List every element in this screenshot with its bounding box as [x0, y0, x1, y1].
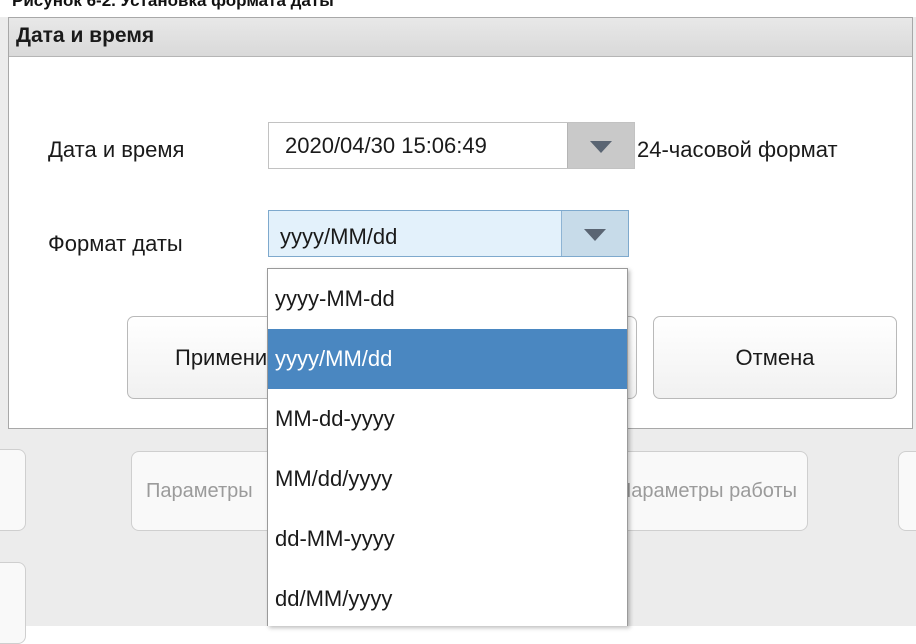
datetime-dropdown-button[interactable]: [567, 123, 634, 168]
format-option[interactable]: yyyy-MM-dd: [268, 269, 627, 329]
background-work-params-label: Параметры работы: [616, 480, 797, 502]
format-option[interactable]: dd-MM-yyyy: [268, 509, 627, 569]
date-format-label: Формат даты: [48, 231, 183, 256]
dialog-title: Дата и время: [9, 18, 912, 57]
datetime-combo[interactable]: 2020/04/30 15:06:49: [268, 122, 635, 169]
background-edge-button-bottom[interactable]: [0, 562, 26, 644]
cancel-label: Отмена: [735, 345, 815, 370]
chevron-down-icon: [584, 228, 606, 241]
background-edge-button-right[interactable]: [898, 451, 916, 531]
figure-caption: Рисунок 6-2. Установка формата даты: [12, 0, 334, 10]
format-option[interactable]: dd/MM/yyyy: [268, 569, 627, 626]
date-format-dropdown-list: yyyy-MM-dd yyyy/MM/dd MM-dd-yyyy MM/dd/y…: [267, 268, 628, 626]
datetime-value: 2020/04/30 15:06:49: [285, 133, 487, 158]
date-format-value: yyyy/MM/dd: [280, 224, 398, 249]
date-format-combo[interactable]: yyyy/MM/dd: [268, 210, 629, 257]
chevron-down-icon: [590, 140, 612, 153]
background-edge-button-top[interactable]: [0, 449, 26, 531]
format-option[interactable]: MM/dd/yyyy: [268, 449, 627, 509]
background-params-label: Параметры: [146, 480, 253, 502]
date-format-dropdown-button[interactable]: [561, 211, 628, 256]
format-option[interactable]: MM-dd-yyyy: [268, 389, 627, 449]
format-note: 24-часовой формат: [637, 137, 838, 162]
cancel-button[interactable]: Отмена: [653, 316, 897, 399]
datetime-label: Дата и время: [48, 137, 185, 162]
format-option-selected[interactable]: yyyy/MM/dd: [268, 329, 627, 389]
